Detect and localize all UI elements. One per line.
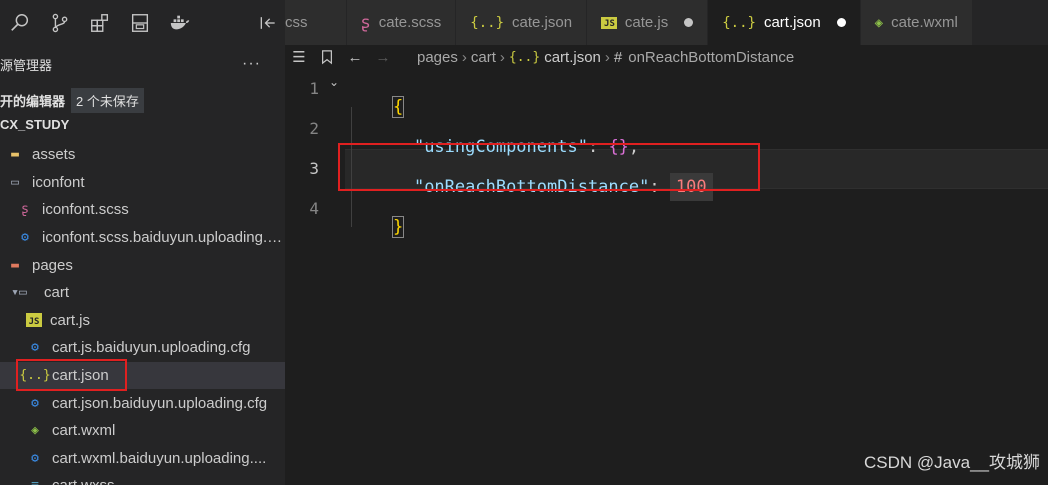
highlight-box-file — [16, 359, 127, 391]
tree-item-label: cart.wxss — [52, 477, 115, 485]
chevron-right-icon: › — [461, 48, 467, 66]
tree-item-label: cart.wxml.baiduyun.uploading.... — [52, 449, 267, 467]
tree-item-iconfont[interactable]: ▭ iconfont — [0, 169, 285, 197]
tab-cate-scss[interactable]: ʂ cate.scss — [346, 0, 457, 45]
more-actions-icon[interactable]: ··· — [242, 55, 261, 73]
open-editors-section[interactable]: 开的编辑器 2 个未保存 — [0, 87, 144, 113]
close-brace: } — [391, 216, 405, 238]
tree-item-label: pages — [32, 256, 73, 274]
workspace-name[interactable]: CX_STUDY — [0, 117, 69, 132]
wxml-icon: ◈ — [874, 14, 884, 31]
breadcrumb-pages[interactable]: pages — [417, 49, 458, 66]
folder-open-icon: ▭ — [11, 174, 19, 190]
tree-item-iconfont-scss[interactable]: ʂ iconfont.scss — [0, 196, 285, 224]
json-icon: {..} — [470, 14, 504, 31]
tree-item-cart-js[interactable]: JS cart.js — [0, 307, 285, 335]
line-number: 3 — [309, 159, 319, 178]
highlight-box-code — [338, 143, 760, 191]
remote-icon[interactable] — [120, 0, 160, 45]
tree-item-label: cart.js — [50, 311, 91, 329]
folder-open-icon: ▾▭ — [11, 285, 27, 301]
tree-item-label: iconfont — [32, 173, 85, 191]
gear-icon: ⚙ — [31, 395, 39, 411]
tree-item-cart-js-baiduyun-uploading-cfg[interactable]: ⚙ cart.js.baiduyun.uploading.cfg — [0, 334, 285, 362]
folder-icon: ▬ — [11, 147, 19, 163]
tab-cate-json[interactable]: {..} cate.json — [456, 0, 588, 45]
wxml-icon: ◈ — [31, 423, 39, 439]
tab-label: cate.wxml — [891, 14, 958, 31]
json-file-icon: {..} — [508, 49, 541, 65]
tab-css[interactable]: css — [285, 0, 347, 45]
tab-cate-js[interactable]: JS cate.js — [587, 0, 709, 45]
tree-item-cart-wxss[interactable]: ≡ cart.wxss — [0, 472, 285, 485]
code-editor[interactable]: ☰ ← → pages › cart › {..} cart.json › # … — [285, 45, 1048, 485]
tree-item-cart-json-baiduyun-uploading-cfg[interactable]: ⚙ cart.json.baiduyun.uploading.cfg — [0, 389, 285, 417]
tab-cate-wxml[interactable]: ◈ cate.wxml — [860, 0, 973, 45]
tree-item-label: iconfont.scss.baiduyun.uploading.cfg — [42, 229, 285, 247]
unsaved-badge: 2 个未保存 — [71, 87, 144, 113]
tree-item-label: iconfont.scss — [42, 201, 129, 219]
unsaved-dot-icon[interactable] — [836, 18, 846, 27]
tree-item-cart[interactable]: ▾▭ cart — [0, 279, 285, 307]
watermark: CSDN @Java__攻城狮 — [864, 453, 1040, 472]
tree-item-label: cart — [44, 284, 70, 302]
tree-item-cart-wxml-baiduyun-uploading[interactable]: ⚙ cart.wxml.baiduyun.uploading.... — [0, 445, 285, 473]
symbol-hash-icon: # — [613, 48, 623, 66]
js-icon: JS — [26, 313, 42, 328]
line-number: 2 — [309, 119, 319, 138]
tree-item-label: cart.wxml — [52, 422, 116, 440]
source-control-icon[interactable] — [40, 0, 80, 45]
editor-tabs: css ʂ cate.scss {..} cate.json JS cate.js {..} c… — [285, 0, 1048, 45]
tab-label: cart.json — [763, 14, 821, 31]
tab-label: cate.scss — [378, 14, 442, 31]
tree-item-label: cart.js.baiduyun.uploading.cfg — [52, 339, 251, 357]
explorer-title: 源管理器 — [0, 57, 53, 73]
gear-icon: ⚙ — [31, 340, 39, 356]
sass-icon: ʂ — [21, 202, 29, 218]
breadcrumb: ☰ ← → pages › cart › {..} cart.json › # … — [285, 45, 1048, 69]
extensions-icon[interactable] — [80, 0, 120, 45]
tab-label: css — [285, 14, 308, 31]
sass-icon: ʂ — [360, 12, 371, 33]
line-number: 4 — [309, 199, 319, 218]
wxss-icon: ≡ — [26, 478, 44, 485]
code-line-4[interactable]: } — [351, 197, 405, 257]
tree-item-label: cart.json.baiduyun.uploading.cfg — [52, 394, 268, 412]
chevron-right-icon: › — [604, 48, 610, 66]
breadcrumb-file[interactable]: cart.json — [544, 49, 601, 66]
tree-item-label: assets — [32, 146, 76, 164]
back-arrow-icon[interactable]: ← — [341, 49, 369, 66]
gear-icon: ⚙ — [31, 450, 39, 466]
split-editor-icon[interactable] — [250, 0, 285, 45]
fold-chevron-icon[interactable]: ⌄ — [329, 75, 339, 89]
activity-bar — [0, 0, 250, 45]
forward-arrow-icon[interactable]: → — [369, 49, 397, 66]
js-icon: JS — [601, 16, 617, 29]
bookmark-icon[interactable] — [313, 49, 341, 65]
docker-icon[interactable] — [160, 0, 200, 45]
chevron-right-icon: › — [499, 48, 505, 66]
tree-item-cart-wxml[interactable]: ◈ cart.wxml — [0, 417, 285, 445]
line-number: 1 — [309, 79, 319, 98]
open-editors-label: 开的编辑器 — [0, 93, 66, 109]
tab-cart-json[interactable]: {..} cart.json — [708, 0, 861, 45]
gear-icon: ⚙ — [21, 230, 29, 246]
explorer-header: 源管理器 ··· — [0, 50, 285, 78]
tree-item-pages[interactable]: ▬ pages — [0, 251, 285, 279]
explorer-sidebar: 源管理器 ··· 开的编辑器 2 个未保存 CX_STUDY ▬ assets ▭ i… — [0, 45, 285, 485]
search-icon[interactable] — [0, 0, 40, 45]
unsaved-dot-icon[interactable] — [684, 18, 694, 27]
breadcrumb-cart[interactable]: cart — [471, 49, 496, 66]
folder-icon: ▬ — [11, 257, 19, 273]
tree-item-assets[interactable]: ▬ assets — [0, 141, 285, 169]
tree-item-iconfont-scss-baiduyun-uploading-cfg[interactable]: ⚙ iconfont.scss.baiduyun.uploading.cfg — [0, 224, 285, 252]
tab-label: cate.js — [624, 14, 669, 31]
tab-label: cate.json — [512, 14, 573, 31]
breadcrumb-symbol[interactable]: onReachBottomDistance — [628, 49, 794, 66]
open-brace: { — [391, 96, 405, 118]
file-tree: ▬ assets ▭ iconfont ʂ iconfont.scss ⚙ iconfont.… — [0, 141, 285, 485]
json-icon: {..} — [722, 14, 756, 31]
list-icon[interactable]: ☰ — [285, 48, 313, 66]
